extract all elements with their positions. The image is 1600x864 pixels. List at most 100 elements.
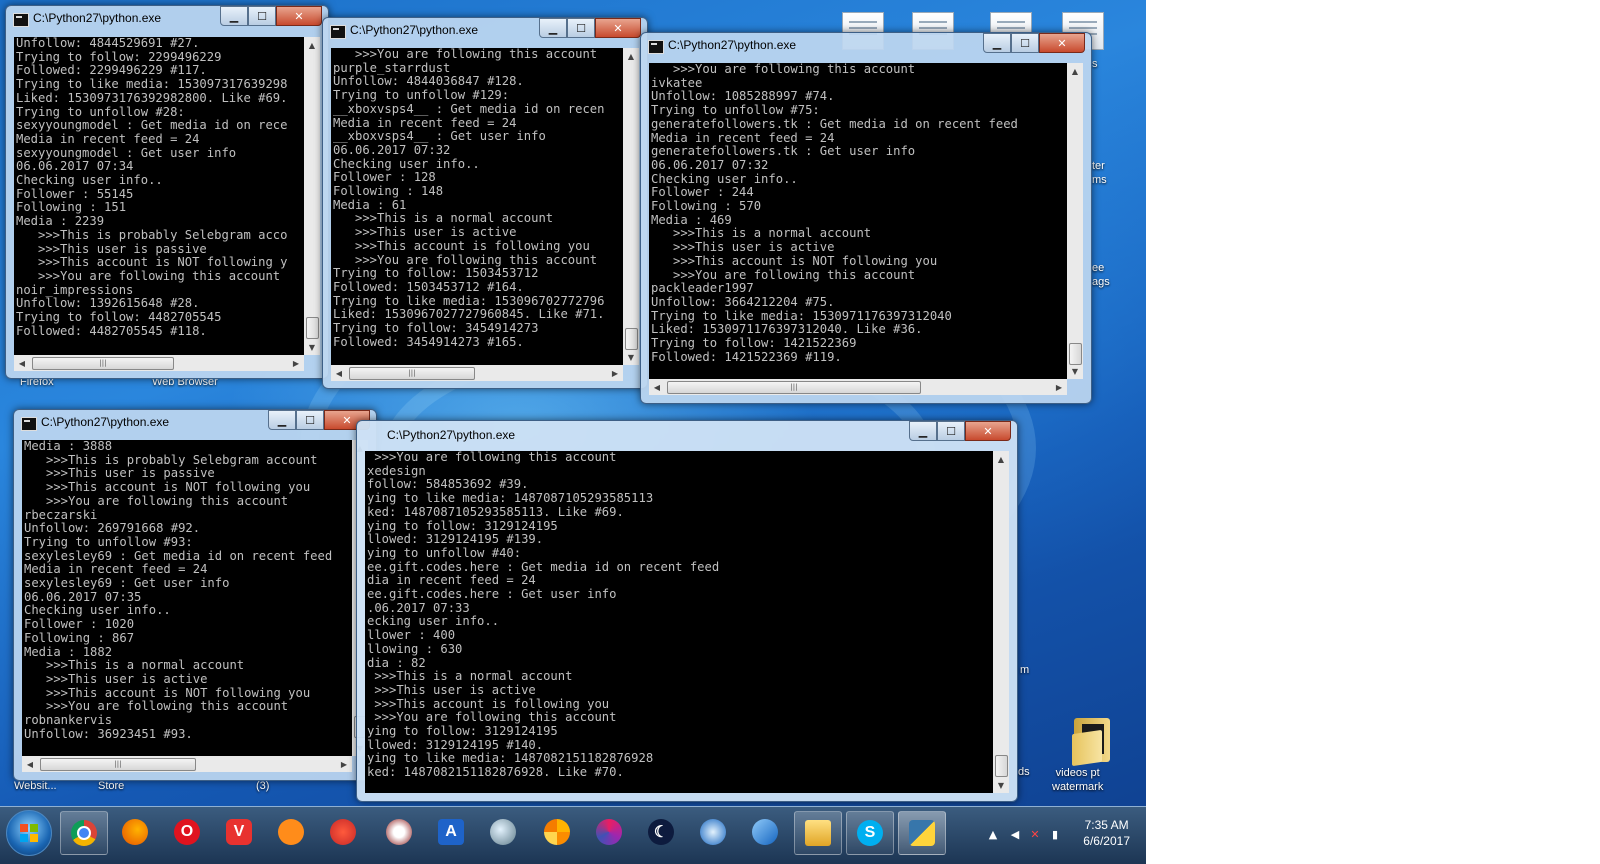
arrow-app-icon: A	[438, 819, 464, 845]
desktop-label-partial[interactable]: s	[1092, 58, 1098, 70]
taskbar-firefox[interactable]	[112, 811, 158, 853]
console-output[interactable]: >>>You are following this account ivkate…	[649, 63, 1067, 379]
taskbar-browser[interactable]	[320, 811, 366, 853]
console-output[interactable]: Media : 3888 >>>This is probably Selebgr…	[22, 440, 352, 756]
close-button[interactable]: ✕	[965, 421, 1011, 441]
show-hidden-icons-icon[interactable]: ▲	[986, 828, 1000, 842]
desktop-label-store[interactable]: Store	[98, 780, 124, 792]
console-window[interactable]: C:\Python27\python.exe ▁ ☐ ✕ Unfollow: 4…	[5, 5, 329, 379]
horizontal-scrollbar[interactable]: ◀ ||| ▶	[22, 756, 352, 772]
minimize-button[interactable]: ▁	[268, 410, 296, 430]
bird-icon	[752, 819, 778, 845]
horizontal-scrollbar[interactable]: ◀ ||| ▶	[331, 365, 623, 381]
minimize-button[interactable]: ▁	[220, 6, 248, 26]
scroll-left-arrow-icon[interactable]: ◀	[14, 355, 30, 371]
maximize-button[interactable]: ☐	[248, 6, 276, 26]
title-bar[interactable]: C:\Python27\python.exe ▁ ☐ ✕	[14, 410, 376, 436]
console-window-active[interactable]: C:\Python27\python.exe ▁ ☐ ✕ >>>You are …	[356, 420, 1018, 802]
volume-icon[interactable]: ◀	[1008, 828, 1022, 842]
taskbar-arrow-app[interactable]: A	[428, 811, 474, 853]
clock[interactable]: 7:35 AM 6/6/2017	[1083, 817, 1130, 849]
taskbar-pinwheel-app[interactable]	[534, 811, 580, 853]
network-icon[interactable]: ▮	[1048, 828, 1062, 842]
scroll-left-arrow-icon[interactable]: ◀	[649, 379, 665, 395]
scroll-right-arrow-icon[interactable]: ▶	[1051, 379, 1067, 395]
scroll-up-arrow-icon[interactable]: ▲	[304, 37, 320, 53]
scroll-thumb[interactable]: |||	[32, 357, 174, 370]
scroll-down-arrow-icon[interactable]: ▼	[993, 777, 1009, 793]
vertical-scrollbar[interactable]: ▲ ▼	[623, 48, 639, 365]
close-button[interactable]: ✕	[276, 6, 322, 26]
desktop-label-partial[interactable]: ds	[1018, 766, 1030, 778]
taskbar-python[interactable]	[898, 811, 946, 855]
scroll-down-arrow-icon[interactable]: ▼	[623, 349, 639, 365]
taskbar-vivaldi[interactable]: V	[216, 811, 262, 853]
taskbar-bird-app[interactable]	[742, 811, 788, 853]
desktop-label-partial[interactable]: m	[1020, 664, 1029, 676]
close-button[interactable]: ✕	[1039, 33, 1085, 53]
console-output[interactable]: >>>You are following this account xedesi…	[365, 451, 993, 793]
console-window[interactable]: C:\Python27\python.exe ▁ ☐ ✕ >>>You are …	[322, 17, 648, 389]
taskbar-compass-app[interactable]	[690, 811, 736, 853]
desktop-label-partial[interactable]: ags	[1092, 276, 1110, 288]
scroll-left-arrow-icon[interactable]: ◀	[331, 365, 347, 381]
scroll-right-arrow-icon[interactable]: ▶	[336, 756, 352, 772]
maximize-button[interactable]: ☐	[1011, 33, 1039, 53]
taskbar-opera[interactable]: O	[164, 811, 210, 853]
orb-icon	[596, 819, 622, 845]
taskbar-file-explorer[interactable]	[794, 811, 842, 855]
taskbar-skype[interactable]: S	[846, 811, 894, 855]
start-button[interactable]	[6, 810, 52, 856]
maximize-button[interactable]: ☐	[296, 410, 324, 430]
minimize-button[interactable]: ▁	[983, 33, 1011, 53]
scroll-left-arrow-icon[interactable]: ◀	[22, 756, 38, 772]
maximize-button[interactable]: ☐	[567, 18, 595, 38]
action-center-flag-icon[interactable]: ✕	[1028, 828, 1042, 842]
title-bar[interactable]: C:\Python27\python.exe ▁ ☐ ✕	[357, 421, 1017, 447]
taskbar-orb-app[interactable]	[586, 811, 632, 853]
title-bar[interactable]: C:\Python27\python.exe ▁ ☐ ✕	[6, 6, 328, 32]
folder-icon[interactable]	[1072, 718, 1112, 767]
vertical-scrollbar[interactable]: ▲ ▼	[304, 37, 320, 355]
close-button[interactable]: ✕	[595, 18, 641, 38]
scroll-thumb[interactable]	[625, 328, 638, 350]
scroll-right-arrow-icon[interactable]: ▶	[288, 355, 304, 371]
title-bar[interactable]: C:\Python27\python.exe ▁ ☐ ✕	[641, 33, 1091, 59]
folder-label-videos-pt-watermark[interactable]: videos pt watermark	[1052, 766, 1103, 794]
taskbar-chrome[interactable]	[60, 811, 108, 855]
scroll-thumb[interactable]	[306, 317, 319, 339]
clock-date: 6/6/2017	[1083, 834, 1130, 848]
horizontal-scrollbar[interactable]: ◀ ||| ▶	[14, 355, 304, 371]
scroll-thumb[interactable]	[1069, 343, 1082, 365]
console-output[interactable]: >>>You are following this account purple…	[331, 48, 623, 365]
taskbar-globe-app[interactable]	[480, 811, 526, 853]
minimize-button[interactable]: ▁	[909, 421, 937, 441]
scroll-thumb[interactable]: |||	[667, 381, 921, 394]
scroll-up-arrow-icon[interactable]: ▲	[993, 451, 1009, 467]
scroll-thumb[interactable]: |||	[40, 758, 196, 771]
title-bar[interactable]: C:\Python27\python.exe ▁ ☐ ✕	[323, 18, 647, 44]
taskbar-eagle-app[interactable]	[376, 811, 422, 853]
taskbar-uc-browser[interactable]	[268, 811, 314, 853]
console-window[interactable]: C:\Python27\python.exe ▁ ☐ ✕ Media : 388…	[13, 409, 377, 781]
scroll-up-arrow-icon[interactable]: ▲	[623, 48, 639, 64]
desktop-label-website[interactable]: Websit...	[14, 780, 57, 792]
scroll-thumb[interactable]	[995, 755, 1008, 777]
desktop-label-count[interactable]: (3)	[256, 780, 269, 792]
scroll-up-arrow-icon[interactable]: ▲	[1067, 63, 1083, 79]
scroll-right-arrow-icon[interactable]: ▶	[607, 365, 623, 381]
desktop-label-partial[interactable]: ms	[1092, 174, 1107, 186]
desktop-label-partial[interactable]: ee	[1092, 262, 1104, 274]
scroll-down-arrow-icon[interactable]: ▼	[1067, 363, 1083, 379]
console-output[interactable]: Unfollow: 4844529691 #27. Trying to foll…	[14, 37, 304, 355]
desktop-label-partial[interactable]: ter	[1092, 160, 1105, 172]
minimize-button[interactable]: ▁	[539, 18, 567, 38]
maximize-button[interactable]: ☐	[937, 421, 965, 441]
taskbar-moon-app[interactable]: ☾	[638, 811, 684, 853]
console-window[interactable]: C:\Python27\python.exe ▁ ☐ ✕ >>>You are …	[640, 32, 1092, 404]
vertical-scrollbar[interactable]: ▲ ▼	[1067, 63, 1083, 379]
scroll-down-arrow-icon[interactable]: ▼	[304, 339, 320, 355]
horizontal-scrollbar[interactable]: ◀ ||| ▶	[649, 379, 1067, 395]
scroll-thumb[interactable]: |||	[349, 367, 475, 380]
vertical-scrollbar[interactable]: ▲ ▼	[993, 451, 1009, 793]
